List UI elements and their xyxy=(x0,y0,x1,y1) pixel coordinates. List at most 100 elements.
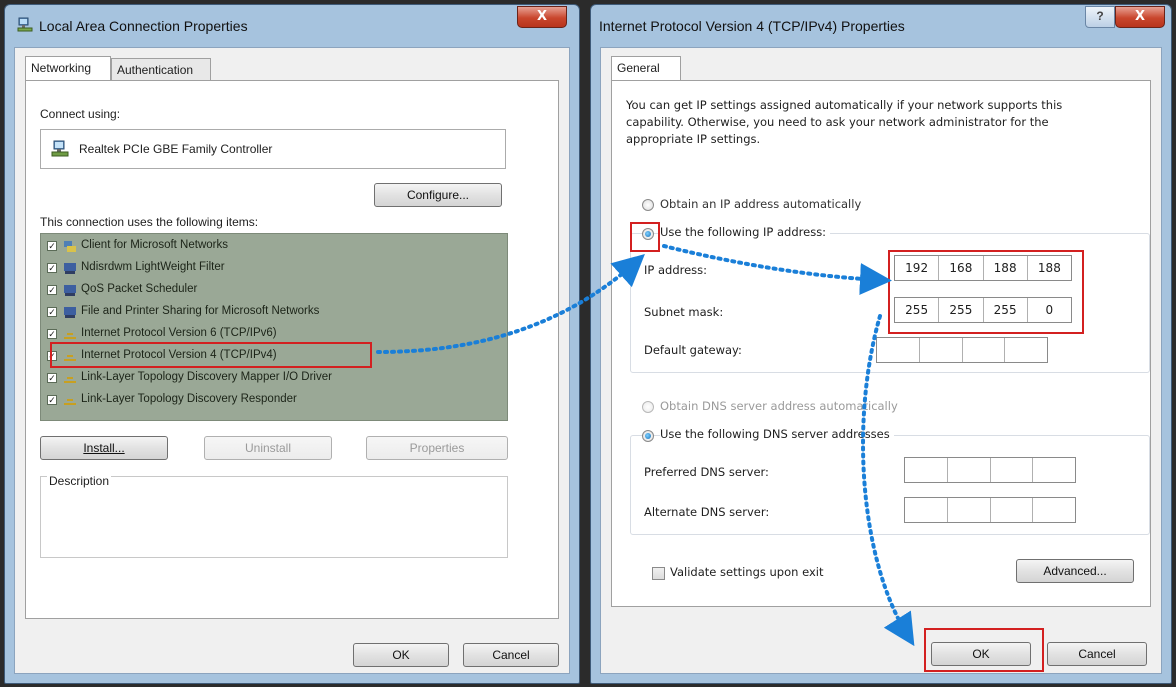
subnet-octet[interactable]: 255 xyxy=(984,298,1028,322)
item-checkbox[interactable]: ✓ xyxy=(47,285,57,295)
gateway-octet[interactable] xyxy=(920,338,963,362)
item-checkbox[interactable]: ✓ xyxy=(47,241,57,251)
dns-octet[interactable] xyxy=(905,498,948,522)
default-gateway-label: Default gateway: xyxy=(644,343,742,357)
ipv4-properties-window: Internet Protocol Version 4 (TCP/IPv4) P… xyxy=(590,4,1172,684)
obtain-dns-radio[interactable] xyxy=(642,401,654,413)
obtain-dns-label: Obtain DNS server address automatically xyxy=(660,399,898,413)
ip-octet[interactable]: 188 xyxy=(984,256,1028,280)
subnet-mask-label: Subnet mask: xyxy=(644,305,724,319)
item-checkbox[interactable]: ✓ xyxy=(47,329,57,339)
alternate-dns-field[interactable] xyxy=(904,497,1076,523)
scheduler-icon xyxy=(64,285,76,296)
tab-general[interactable]: General xyxy=(611,56,681,80)
dns-octet[interactable] xyxy=(991,458,1034,482)
item-checkbox[interactable]: ✓ xyxy=(47,395,57,405)
ip-address-label: IP address: xyxy=(644,263,708,277)
description-box: Description xyxy=(40,474,508,558)
tab-label: General xyxy=(617,61,660,75)
obtain-ip-label: Obtain an IP address automatically xyxy=(660,197,862,211)
ip-octet[interactable]: 168 xyxy=(939,256,984,280)
ip-address-field[interactable]: 192 168 188 188 xyxy=(894,255,1072,281)
uninstall-button[interactable]: Uninstall xyxy=(204,436,332,460)
item-checkbox[interactable]: ✓ xyxy=(47,373,57,383)
configure-button[interactable]: Configure... xyxy=(374,183,502,207)
dns-octet[interactable] xyxy=(991,498,1034,522)
dialog-client-area: Networking Authentication Connect using:… xyxy=(14,47,570,674)
preferred-dns-label: Preferred DNS server: xyxy=(644,465,769,479)
dialog-client-area: General You can get IP settings assigned… xyxy=(600,47,1162,674)
ok-button[interactable]: OK xyxy=(931,642,1031,666)
use-dns-radio[interactable] xyxy=(642,430,654,442)
item-label: Client for Microsoft Networks xyxy=(81,239,228,251)
help-icon: ? xyxy=(1096,9,1104,23)
install-button[interactable]: Install... xyxy=(40,436,168,460)
subnet-octet[interactable]: 255 xyxy=(895,298,940,322)
cancel-button[interactable]: Cancel xyxy=(1047,642,1147,666)
button-label: Uninstall xyxy=(244,441,292,455)
connect-using-label: Connect using: xyxy=(40,107,121,121)
client-icon xyxy=(64,241,76,252)
subnet-octet[interactable]: 0 xyxy=(1028,298,1071,322)
item-label: Ndisrdwm LightWeight Filter xyxy=(81,261,225,273)
network-adapter-icon xyxy=(17,17,33,32)
network-card-icon xyxy=(51,140,69,157)
item-checkbox[interactable]: ✓ xyxy=(47,307,57,317)
validate-checkbox[interactable] xyxy=(652,567,665,580)
subnet-mask-field[interactable]: 255 255 255 0 xyxy=(894,297,1072,323)
gateway-octet[interactable] xyxy=(1005,338,1047,362)
protocol-icon xyxy=(64,333,76,339)
dns-octet[interactable] xyxy=(1033,458,1075,482)
button-label: Properties xyxy=(409,441,465,455)
item-checkbox[interactable]: ✓ xyxy=(47,263,57,273)
title-bar[interactable]: Internet Protocol Version 4 (TCP/IPv4) P… xyxy=(591,5,1171,43)
preferred-dns-field[interactable] xyxy=(904,457,1076,483)
default-gateway-field[interactable] xyxy=(876,337,1048,363)
networking-panel: Connect using: Realtek PCIe GBE Family C… xyxy=(25,80,559,619)
advanced-button[interactable]: Advanced... xyxy=(1016,559,1134,583)
item-label: Internet Protocol Version 4 (TCP/IPv4) xyxy=(81,349,277,361)
gateway-octet[interactable] xyxy=(963,338,1006,362)
ip-octet[interactable]: 192 xyxy=(895,256,940,280)
intro-text: You can get IP settings assigned automat… xyxy=(626,98,1063,146)
dns-octet[interactable] xyxy=(1033,498,1075,522)
dns-octet[interactable] xyxy=(905,458,948,482)
subnet-octet[interactable]: 255 xyxy=(939,298,984,322)
lan-properties-window: Local Area Connection Properties X Netwo… xyxy=(4,4,580,684)
obtain-ip-radio[interactable] xyxy=(642,199,654,211)
alternate-dns-label: Alternate DNS server: xyxy=(644,505,770,519)
use-ip-label: Use the following IP address: xyxy=(660,225,831,239)
use-ip-radio[interactable] xyxy=(642,228,654,240)
item-checkbox[interactable]: ✓ xyxy=(47,351,57,361)
close-icon: X xyxy=(536,9,548,24)
tab-label: Authentication xyxy=(117,63,194,77)
dns-octet[interactable] xyxy=(948,498,991,522)
gateway-octet[interactable] xyxy=(877,338,920,362)
close-icon: X xyxy=(1134,9,1146,24)
tab-networking[interactable]: Networking xyxy=(25,56,111,80)
properties-button[interactable]: Properties xyxy=(366,436,508,460)
components-list[interactable]: ✓ Client for Microsoft Networks ✓ Ndisrd… xyxy=(40,233,508,421)
description-label: Description xyxy=(47,474,112,488)
help-button[interactable]: ? xyxy=(1085,6,1115,28)
button-label: Install... xyxy=(83,441,125,455)
ip-octet[interactable]: 188 xyxy=(1028,256,1071,280)
items-label: This connection uses the following items… xyxy=(40,215,259,229)
item-label: Link-Layer Topology Discovery Mapper I/O… xyxy=(81,371,332,383)
general-panel: You can get IP settings assigned automat… xyxy=(611,80,1151,607)
sharing-icon xyxy=(64,307,76,318)
title-bar[interactable]: Local Area Connection Properties X xyxy=(5,5,579,43)
adapter-box: Realtek PCIe GBE Family Controller xyxy=(40,129,506,169)
cancel-button[interactable]: Cancel xyxy=(463,643,559,667)
close-button[interactable]: X xyxy=(517,6,567,28)
filter-icon xyxy=(64,263,76,274)
item-label: File and Printer Sharing for Microsoft N… xyxy=(81,305,320,317)
ok-button[interactable]: OK xyxy=(353,643,449,667)
dns-octet[interactable] xyxy=(948,458,991,482)
protocol-icon xyxy=(64,355,76,361)
close-button[interactable]: X xyxy=(1115,6,1165,28)
tab-authentication[interactable]: Authentication xyxy=(111,58,211,80)
item-label: Link-Layer Topology Discovery Responder xyxy=(81,393,297,405)
use-dns-label: Use the following DNS server addresses xyxy=(660,427,894,441)
validate-label: Validate settings upon exit xyxy=(670,565,824,579)
